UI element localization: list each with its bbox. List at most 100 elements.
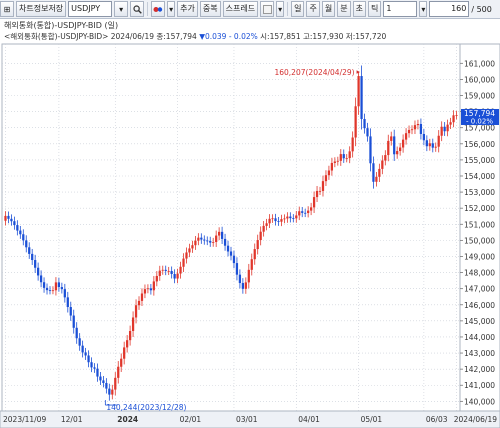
x-tick-label: 02/01	[180, 415, 202, 424]
candle-body	[126, 340, 129, 348]
period-tick-button[interactable]: 틱	[367, 1, 382, 17]
candle-body	[134, 305, 138, 318]
period-day-button[interactable]: 일	[291, 1, 305, 17]
candle-body	[268, 218, 271, 224]
candle-body	[93, 367, 96, 369]
candle-body	[137, 300, 141, 306]
candle-body	[238, 274, 242, 284]
candle-body	[283, 218, 286, 220]
period-month-button[interactable]: 월	[321, 1, 336, 17]
y-tick-label: 141,000	[464, 381, 495, 390]
candle-body	[152, 281, 155, 291]
expand-icon[interactable]: ⊞	[0, 1, 14, 17]
y-tick-label: 160,000	[464, 75, 495, 84]
x-tick-label: 03/01	[236, 415, 258, 424]
symbol-select[interactable]: USDJPY	[68, 1, 113, 17]
candle-body	[19, 230, 22, 235]
period-minute-button[interactable]: 분	[337, 1, 351, 17]
chart-header: 해외통화(통합)-USDJPY-BID (일) <해외통화(통합)-USDJPY…	[0, 19, 500, 43]
save-chart-info-button[interactable]: 차트정보저장	[16, 1, 67, 17]
price-chart[interactable]: 140,000 141,000 142,000 143,000 144,000 145,0…	[0, 0, 500, 428]
summary-change: ▼0.039 - 0.02%	[199, 32, 258, 41]
grid	[1, 43, 461, 412]
candle-body	[42, 282, 46, 288]
total-count: / 500	[471, 4, 492, 14]
candle-body	[434, 146, 437, 148]
overlay-button[interactable]: 중복	[199, 1, 221, 17]
candle-body	[369, 136, 372, 164]
candle-body	[212, 241, 215, 243]
candle-body	[215, 235, 218, 242]
candle-body	[197, 237, 200, 241]
candle-body	[384, 155, 387, 161]
y-tick-label: 150,000	[464, 236, 495, 245]
x-tick-label: 04/01	[298, 415, 320, 424]
candle-body	[164, 269, 167, 271]
candle-body	[345, 158, 348, 159]
candle-body	[366, 128, 369, 137]
candle-body	[218, 231, 221, 236]
candle-body	[449, 122, 452, 125]
candle-body	[286, 216, 289, 219]
candle-body	[413, 125, 417, 130]
candle-body	[31, 253, 34, 261]
summary-name: <해외통화(통합)-USDJPY-BID> 2024/06/19 종:157,7…	[4, 32, 197, 41]
candle-body	[247, 269, 250, 283]
y-tick-label: 158,000	[464, 108, 495, 117]
candle-body	[378, 168, 381, 177]
interval-input[interactable]: 1	[383, 1, 418, 17]
dropdown-icon[interactable]: ▾	[114, 1, 129, 17]
candle-body	[143, 289, 147, 294]
candle-body	[455, 114, 458, 116]
y-tick-label: 153,000	[464, 188, 495, 197]
y-tick-label: 154,000	[464, 172, 495, 181]
candle-body	[182, 258, 185, 267]
candle-body	[10, 218, 13, 222]
spread-button[interactable]: 스프레드	[222, 1, 259, 17]
candle-body	[81, 345, 84, 353]
candle-body	[342, 154, 345, 159]
color-picker-icon[interactable]	[260, 1, 275, 17]
candle-body	[223, 238, 227, 246]
search-icon[interactable]	[130, 1, 145, 17]
candle-body	[128, 331, 132, 341]
last-change-label: - 0.02%	[466, 117, 493, 125]
candle-body	[333, 161, 336, 163]
candle-body	[399, 147, 402, 152]
candle-body	[372, 163, 375, 182]
chevron-down-icon[interactable]: ▾	[419, 1, 428, 17]
candle-body	[396, 151, 399, 155]
candle-body	[437, 135, 440, 147]
candle-body	[327, 170, 331, 176]
candle-body	[63, 289, 66, 298]
candle-body	[280, 219, 283, 222]
candle-body	[90, 362, 93, 368]
candle-body	[390, 136, 393, 141]
candle-body	[229, 251, 233, 256]
candle-body	[360, 76, 363, 120]
add-button[interactable]: 추가	[177, 1, 198, 17]
candle-body	[298, 211, 301, 216]
candle-body	[381, 160, 384, 169]
period-week-button[interactable]: 주	[306, 1, 320, 17]
chevron-down-icon[interactable]: ▾	[276, 1, 285, 17]
last-price-label: 157,794	[464, 109, 495, 118]
candle-body	[111, 389, 114, 395]
period-second-button[interactable]: 초	[352, 1, 366, 17]
candle-body	[277, 221, 280, 222]
candle-body	[292, 218, 295, 219]
candle-body	[401, 139, 405, 148]
chevron-down-icon[interactable]: ▾	[167, 1, 176, 17]
chart-summary: <해외통화(통합)-USDJPY-BID> 2024/06/19 종:157,7…	[4, 31, 386, 42]
x-tick-label: 06/03	[426, 415, 448, 424]
y-tick-label: 149,000	[464, 252, 495, 261]
candle-body	[167, 270, 170, 272]
indicator-icon[interactable]	[151, 1, 166, 17]
candle-body	[185, 252, 188, 259]
candle-body	[60, 287, 63, 290]
candle-body	[25, 240, 28, 248]
candle-body	[226, 245, 230, 252]
count-input[interactable]: 160	[429, 1, 470, 17]
candle-body	[244, 282, 247, 289]
candle-body	[410, 129, 414, 131]
